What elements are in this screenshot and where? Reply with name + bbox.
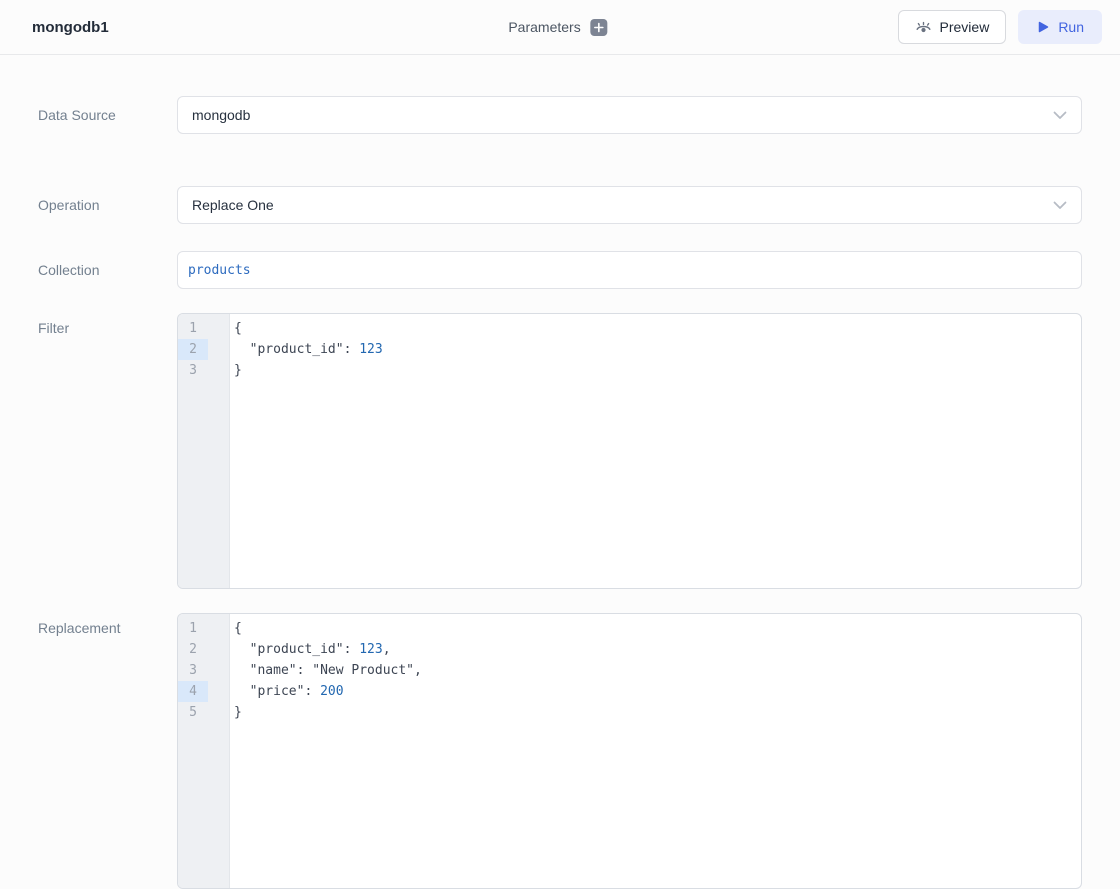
operation-select[interactable]: Replace One: [177, 186, 1082, 224]
line-number: 3: [178, 360, 208, 381]
code-line: "price": 200: [234, 681, 1073, 702]
preview-button-label: Preview: [940, 19, 990, 35]
line-number: 5: [178, 702, 208, 723]
code-line: }: [234, 360, 1073, 381]
collection-input[interactable]: products: [177, 251, 1082, 289]
line-number: 2: [178, 339, 208, 360]
code-line: "product_id": 123: [234, 339, 1073, 360]
play-icon: [1036, 20, 1050, 34]
replacement-label: Replacement: [38, 613, 177, 636]
filter-gutter: 123: [178, 314, 230, 588]
code-line: "product_id": 123,: [234, 639, 1073, 660]
topbar-actions: Preview Run: [898, 10, 1102, 44]
operation-row: Operation Replace One: [38, 186, 1082, 224]
eye-icon: [915, 20, 932, 35]
line-number: 1: [178, 318, 208, 339]
data-source-select[interactable]: mongodb: [177, 96, 1082, 134]
code-line: "name": "New Product",: [234, 660, 1073, 681]
filter-code[interactable]: { "product_id": 123}: [230, 314, 1081, 588]
run-button[interactable]: Run: [1018, 10, 1102, 44]
operation-value: Replace One: [192, 197, 274, 213]
collection-value: products: [188, 263, 251, 278]
line-number: 4: [178, 681, 208, 702]
collection-row: Collection products: [38, 251, 1082, 289]
collection-label: Collection: [38, 262, 177, 278]
replacement-gutter: 12345: [178, 614, 230, 888]
data-source-label: Data Source: [38, 107, 177, 123]
code-line: }: [234, 702, 1073, 723]
plus-icon: [594, 22, 605, 33]
data-source-row: Data Source mongodb: [38, 96, 1082, 134]
code-line: {: [234, 618, 1073, 639]
parameters-section: Parameters: [508, 19, 607, 36]
replacement-code[interactable]: { "product_id": 123, "name": "New Produc…: [230, 614, 1081, 888]
parameters-label: Parameters: [508, 19, 580, 35]
filter-code-editor: 123 { "product_id": 123}: [177, 313, 1082, 589]
operation-label: Operation: [38, 197, 177, 213]
replacement-code-editor: 12345 { "product_id": 123, "name": "New …: [177, 613, 1082, 889]
line-number: 3: [178, 660, 208, 681]
filter-row: Filter 123 { "product_id": 123}: [38, 313, 1082, 589]
add-parameter-button[interactable]: [591, 19, 608, 36]
run-button-label: Run: [1058, 19, 1084, 35]
line-number: 1: [178, 618, 208, 639]
query-editor-topbar: mongodb1 Parameters Preview: [0, 0, 1120, 55]
preview-button[interactable]: Preview: [898, 10, 1007, 44]
chevron-down-icon: [1053, 111, 1067, 120]
chevron-down-icon: [1053, 201, 1067, 210]
code-line: {: [234, 318, 1073, 339]
filter-label: Filter: [38, 313, 177, 336]
line-number: 2: [178, 639, 208, 660]
replacement-row: Replacement 12345 { "product_id": 123, "…: [38, 613, 1082, 889]
query-form: Data Source mongodb Operation Replace On…: [0, 55, 1120, 889]
data-source-value: mongodb: [192, 107, 250, 123]
query-title: mongodb1: [32, 19, 109, 36]
